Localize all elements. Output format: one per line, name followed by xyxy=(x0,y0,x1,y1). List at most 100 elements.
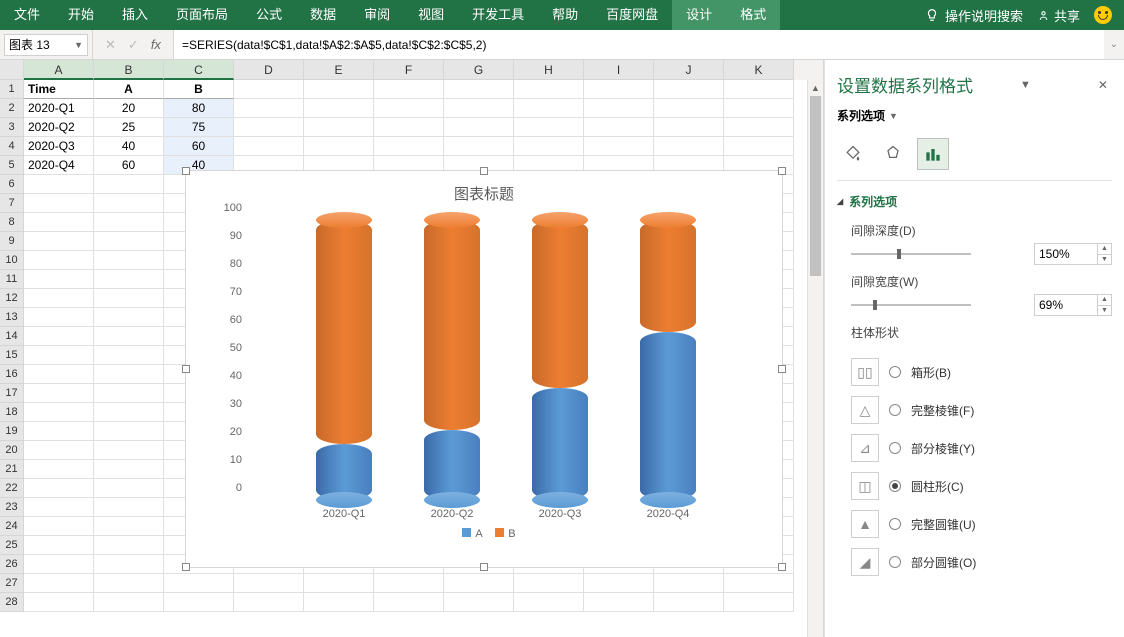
cell[interactable] xyxy=(164,593,234,612)
cell[interactable] xyxy=(724,80,794,99)
ribbon-tab-开始[interactable]: 开始 xyxy=(54,0,108,30)
vertical-scrollbar[interactable]: ▲ xyxy=(807,80,823,637)
cell[interactable] xyxy=(24,422,94,441)
cell[interactable] xyxy=(444,593,514,612)
cell[interactable] xyxy=(94,517,164,536)
gap-width-slider[interactable] xyxy=(851,297,971,313)
cell[interactable] xyxy=(94,175,164,194)
row-header[interactable]: 19 xyxy=(0,422,24,441)
panel-subtitle[interactable]: 系列选项▼ xyxy=(837,105,1112,132)
cell[interactable] xyxy=(94,194,164,213)
cell[interactable] xyxy=(654,118,724,137)
cell[interactable] xyxy=(724,99,794,118)
cell[interactable] xyxy=(24,175,94,194)
col-header[interactable]: K xyxy=(724,60,794,80)
col-header[interactable]: D xyxy=(234,60,304,80)
series-options-icon[interactable] xyxy=(917,138,949,170)
cell[interactable] xyxy=(514,574,584,593)
cell[interactable] xyxy=(304,574,374,593)
ribbon-tab-设计[interactable]: 设计 xyxy=(672,0,726,30)
cell[interactable] xyxy=(94,327,164,346)
cell[interactable] xyxy=(444,137,514,156)
chart-handle[interactable] xyxy=(778,167,786,175)
cell[interactable] xyxy=(584,593,654,612)
cell[interactable] xyxy=(654,137,724,156)
cell[interactable] xyxy=(234,593,304,612)
row-header[interactable]: 21 xyxy=(0,460,24,479)
cell[interactable]: 60 xyxy=(94,156,164,175)
cell[interactable] xyxy=(94,593,164,612)
col-header[interactable]: A xyxy=(24,60,94,80)
row-header[interactable]: 6 xyxy=(0,175,24,194)
cell[interactable] xyxy=(444,118,514,137)
cell[interactable] xyxy=(24,403,94,422)
cell[interactable] xyxy=(94,536,164,555)
cell[interactable] xyxy=(374,99,444,118)
radio[interactable] xyxy=(889,518,901,530)
cell[interactable] xyxy=(24,536,94,555)
cell[interactable] xyxy=(24,517,94,536)
spin-up-icon[interactable]: ▲ xyxy=(1098,295,1111,306)
cell[interactable] xyxy=(94,384,164,403)
col-header[interactable]: F xyxy=(374,60,444,80)
cell[interactable]: 25 xyxy=(94,118,164,137)
cell[interactable] xyxy=(234,99,304,118)
cell[interactable] xyxy=(24,346,94,365)
radio[interactable] xyxy=(889,480,901,492)
cell[interactable] xyxy=(304,99,374,118)
cell[interactable] xyxy=(374,137,444,156)
smiley-icon[interactable] xyxy=(1094,6,1112,24)
gap-depth-input[interactable]: 150% ▲▼ xyxy=(1034,243,1112,265)
cell[interactable] xyxy=(514,99,584,118)
cell[interactable] xyxy=(234,80,304,99)
cell[interactable] xyxy=(444,80,514,99)
cell[interactable] xyxy=(234,137,304,156)
cell[interactable] xyxy=(304,118,374,137)
cell[interactable] xyxy=(94,289,164,308)
row-header[interactable]: 22 xyxy=(0,479,24,498)
ribbon-tab-页面布局[interactable]: 页面布局 xyxy=(162,0,242,30)
row-header[interactable]: 28 xyxy=(0,593,24,612)
cell[interactable] xyxy=(584,137,654,156)
row-header[interactable]: 18 xyxy=(0,403,24,422)
cell[interactable] xyxy=(654,80,724,99)
chart-handle[interactable] xyxy=(480,563,488,571)
cell[interactable]: 40 xyxy=(94,137,164,156)
shape-option[interactable]: ▲完整圆锥(U) xyxy=(851,505,1112,543)
shape-option[interactable]: ◫圆柱形(C) xyxy=(851,467,1112,505)
ribbon-tab-格式[interactable]: 格式 xyxy=(726,0,780,30)
row-header[interactable]: 4 xyxy=(0,137,24,156)
cell[interactable] xyxy=(514,593,584,612)
row-header[interactable]: 1 xyxy=(0,80,24,99)
cell[interactable]: 75 xyxy=(164,118,234,137)
row-header[interactable]: 11 xyxy=(0,270,24,289)
row-header[interactable]: 20 xyxy=(0,441,24,460)
cell[interactable] xyxy=(584,80,654,99)
chart-title[interactable]: 图表标题 xyxy=(186,171,782,210)
cell[interactable]: B xyxy=(164,80,234,99)
cell[interactable] xyxy=(24,270,94,289)
cell[interactable] xyxy=(164,574,234,593)
chart-handle[interactable] xyxy=(778,365,786,373)
cell[interactable] xyxy=(654,574,724,593)
cell[interactable]: 2020-Q3 xyxy=(24,137,94,156)
row-header[interactable]: 15 xyxy=(0,346,24,365)
cell[interactable] xyxy=(654,593,724,612)
cell[interactable] xyxy=(24,479,94,498)
cell[interactable] xyxy=(234,574,304,593)
ribbon-tab-百度网盘[interactable]: 百度网盘 xyxy=(592,0,672,30)
cell[interactable] xyxy=(24,593,94,612)
spin-up-icon[interactable]: ▲ xyxy=(1098,244,1111,255)
row-header[interactable]: 2 xyxy=(0,99,24,118)
cell[interactable] xyxy=(24,384,94,403)
row-header[interactable]: 23 xyxy=(0,498,24,517)
ribbon-tab-审阅[interactable]: 审阅 xyxy=(350,0,404,30)
cell[interactable] xyxy=(94,365,164,384)
cancel-icon[interactable]: ✕ xyxy=(105,37,116,53)
ribbon-tab-插入[interactable]: 插入 xyxy=(108,0,162,30)
cell[interactable] xyxy=(94,555,164,574)
row-header[interactable]: 25 xyxy=(0,536,24,555)
cell[interactable]: 2020-Q4 xyxy=(24,156,94,175)
section-series-options[interactable]: 系列选项 xyxy=(837,189,1112,218)
effects-icon[interactable] xyxy=(877,138,909,170)
